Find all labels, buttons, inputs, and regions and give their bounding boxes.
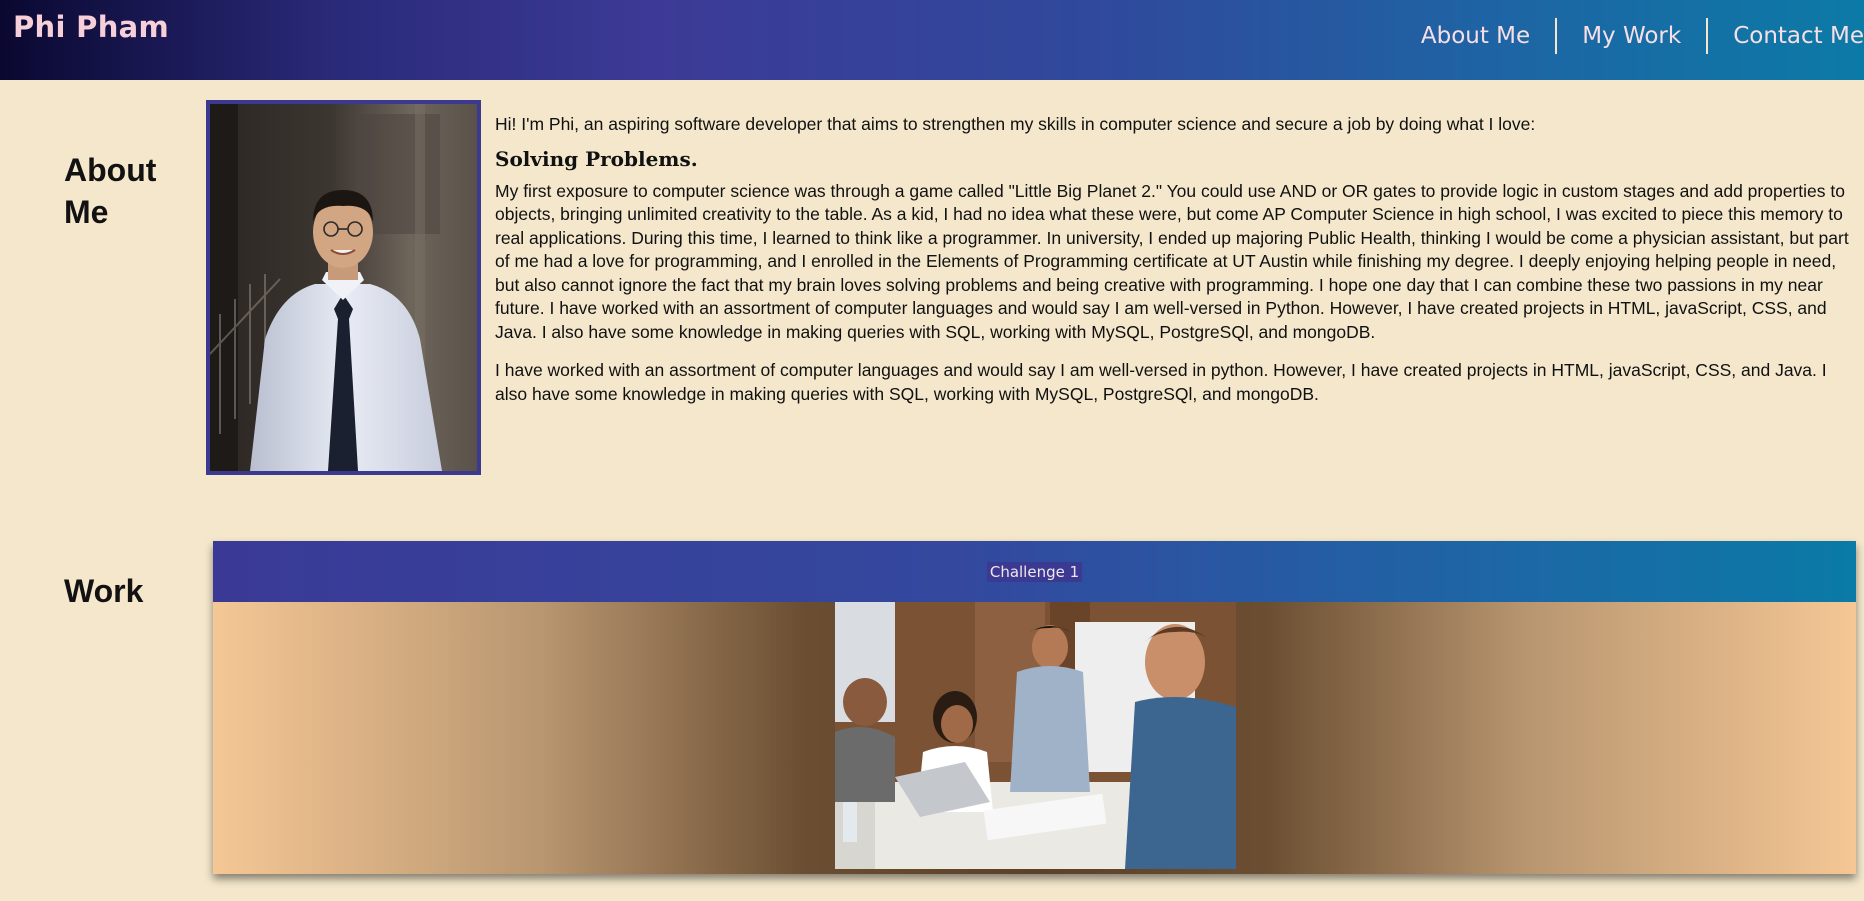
work-card-body xyxy=(213,602,1856,874)
profile-photo-image xyxy=(210,104,477,471)
profile-photo xyxy=(206,100,481,475)
site-header: Phi Pham About Me My Work Contact Me xyxy=(0,0,1864,80)
site-brand[interactable]: Phi Pham xyxy=(13,10,169,44)
work-card-challenge-1[interactable]: Challenge 1 xyxy=(213,541,1856,874)
work-card-header: Challenge 1 xyxy=(213,541,1856,602)
about-section-title: About Me xyxy=(64,152,157,230)
about-paragraph-1: My first exposure to computer science wa… xyxy=(495,180,1849,342)
work-card-title[interactable]: Challenge 1 xyxy=(986,561,1083,582)
main-nav: About Me My Work Contact Me xyxy=(1396,18,1864,54)
about-text: Hi! I'm Phi, an aspiring software develo… xyxy=(495,113,1861,406)
work-card-image[interactable] xyxy=(835,602,1236,869)
about-intro: Hi! I'm Phi, an aspiring software develo… xyxy=(495,114,1536,134)
team-meeting-image xyxy=(835,602,1236,869)
nav-link-my-work[interactable]: My Work xyxy=(1555,18,1706,54)
nav-link-about-me[interactable]: About Me xyxy=(1396,18,1555,54)
about-subheading: Solving Problems. xyxy=(495,146,698,171)
about-paragraph-2: I have worked with an assortment of comp… xyxy=(495,360,1827,404)
nav-link-contact-me[interactable]: Contact Me xyxy=(1706,18,1864,54)
work-section-title: Work xyxy=(64,573,144,609)
